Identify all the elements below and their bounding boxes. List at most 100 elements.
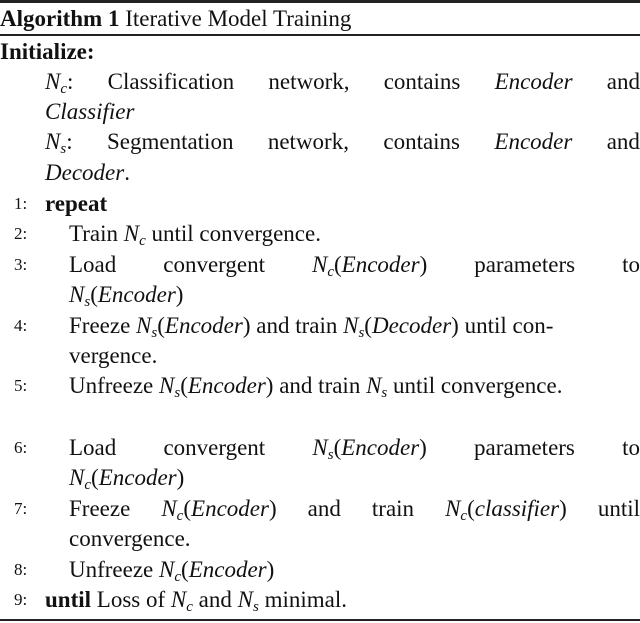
- algorithm-title: Iterative Model Training: [125, 6, 352, 31]
- sub-c: c: [84, 477, 92, 493]
- var-n: N: [170, 587, 187, 612]
- paren: (: [157, 313, 165, 338]
- initialize-line: Initialize:: [0, 37, 640, 67]
- text: until convergence.: [393, 373, 563, 398]
- keyword-repeat: repeat: [45, 191, 108, 216]
- text: until convergence.: [151, 221, 321, 246]
- paren: ): [175, 282, 184, 307]
- init-nc-cont: Classifier: [0, 97, 640, 127]
- step-7: 7: Freeze Nc(Encoder) and train Nc(class…: [0, 494, 640, 524]
- text: until con-: [464, 313, 554, 338]
- line-number: 2:: [14, 224, 28, 243]
- term-encoder: Encoder: [341, 435, 420, 460]
- caption-rule: [0, 34, 640, 36]
- paren: (: [467, 496, 475, 521]
- text: vergence.: [69, 343, 158, 368]
- word: to: [622, 435, 640, 460]
- line-number: 1:: [14, 194, 28, 213]
- term-encoder: Encoder: [494, 69, 573, 94]
- sub-s: s: [60, 141, 67, 157]
- paren: (: [364, 313, 372, 338]
- paren: (: [183, 496, 192, 521]
- paren: ): [451, 313, 459, 338]
- var-n: N: [237, 587, 253, 612]
- paren: ): [265, 373, 274, 398]
- var-n: N: [161, 496, 177, 521]
- line-number: 5:: [14, 376, 28, 395]
- var-n: N: [366, 373, 382, 398]
- word: parameters: [474, 252, 576, 277]
- var-n: N: [136, 313, 152, 338]
- line-number: 4:: [14, 316, 28, 335]
- sub-c: c: [60, 81, 68, 97]
- algorithm-label: Algorithm 1: [0, 6, 120, 31]
- var-n: N: [159, 373, 175, 398]
- text: and train: [279, 373, 361, 398]
- paren: ): [176, 465, 185, 490]
- paren: ): [242, 313, 251, 338]
- term-decoder: Decoder: [45, 160, 125, 185]
- paren: (: [180, 373, 188, 398]
- word: network,: [268, 69, 350, 94]
- bottom-rule: [0, 619, 640, 621]
- word: Load: [69, 435, 117, 460]
- paren: ): [559, 496, 567, 521]
- word: convergent: [163, 435, 266, 460]
- var-n: N: [445, 496, 461, 521]
- step-8: 8: Unfreeze Nc(Encoder): [0, 555, 640, 585]
- text: and: [198, 587, 232, 612]
- sub-s: s: [381, 385, 388, 401]
- term-encoder: Encoder: [341, 252, 420, 277]
- step-2: 2: Train Nc until convergence.: [0, 219, 640, 249]
- word: contains: [383, 69, 461, 94]
- init-nc-line: Nc: Classification network, contains Enc…: [45, 69, 640, 97]
- word: Load: [69, 252, 117, 277]
- word: train: [371, 496, 415, 521]
- term-encoder: Encoder: [191, 496, 269, 521]
- term-encoder: Encoder: [188, 557, 267, 582]
- term-encoder: Encoder: [164, 313, 243, 338]
- line-number: 3:: [14, 255, 28, 274]
- step-3-cont: Ns(Encoder): [0, 280, 640, 310]
- word: contains: [383, 129, 461, 154]
- word: parameters: [474, 435, 575, 460]
- text: Train: [69, 221, 118, 246]
- word-and: and: [606, 69, 640, 94]
- word: network,: [267, 129, 349, 154]
- step-4: 4: Freeze Ns(Encoder) and train Ns(Decod…: [0, 311, 640, 341]
- step-5: 5: Unfreeze Ns(Encoder) and train Ns unt…: [0, 371, 640, 401]
- paren: ): [268, 496, 277, 521]
- var-n: N: [45, 69, 61, 94]
- text: Freeze: [69, 313, 131, 338]
- word: Freeze: [69, 496, 131, 521]
- line-number: 6:: [14, 438, 28, 457]
- var-n: N: [312, 435, 328, 460]
- keyword-until: until: [45, 587, 92, 612]
- term-encoder: Encoder: [187, 373, 266, 398]
- var-n: N: [159, 557, 175, 582]
- term-encoder: Encoder: [494, 129, 573, 154]
- word: Classification: [107, 69, 235, 94]
- paren: ): [419, 252, 428, 277]
- var-n: N: [45, 129, 61, 154]
- paren: (: [333, 252, 342, 277]
- init-ns-cont: Decoder.: [0, 158, 640, 188]
- paren: ): [419, 435, 427, 460]
- sub-c: c: [186, 599, 193, 615]
- step-9: 9: until Loss of Nc and Ns minimal.: [0, 585, 640, 615]
- text: and train: [256, 313, 338, 338]
- word: to: [622, 252, 640, 277]
- text: Unfreeze: [69, 373, 154, 398]
- term-encoder: Encoder: [97, 282, 176, 307]
- init-ns-line: Ns: Segmentation network, contains Encod…: [45, 129, 640, 157]
- word: convergent: [163, 252, 265, 277]
- text: Unfreeze: [69, 557, 154, 582]
- paren: (: [181, 557, 189, 582]
- var-n: N: [69, 282, 85, 307]
- paren: (: [91, 465, 99, 490]
- paren: ): [266, 557, 275, 582]
- step-6: 6: Load convergent Ns(Encoder) parameter…: [0, 433, 640, 463]
- word: and: [307, 496, 341, 521]
- var-n: N: [343, 313, 359, 338]
- text: convergence.: [69, 526, 191, 551]
